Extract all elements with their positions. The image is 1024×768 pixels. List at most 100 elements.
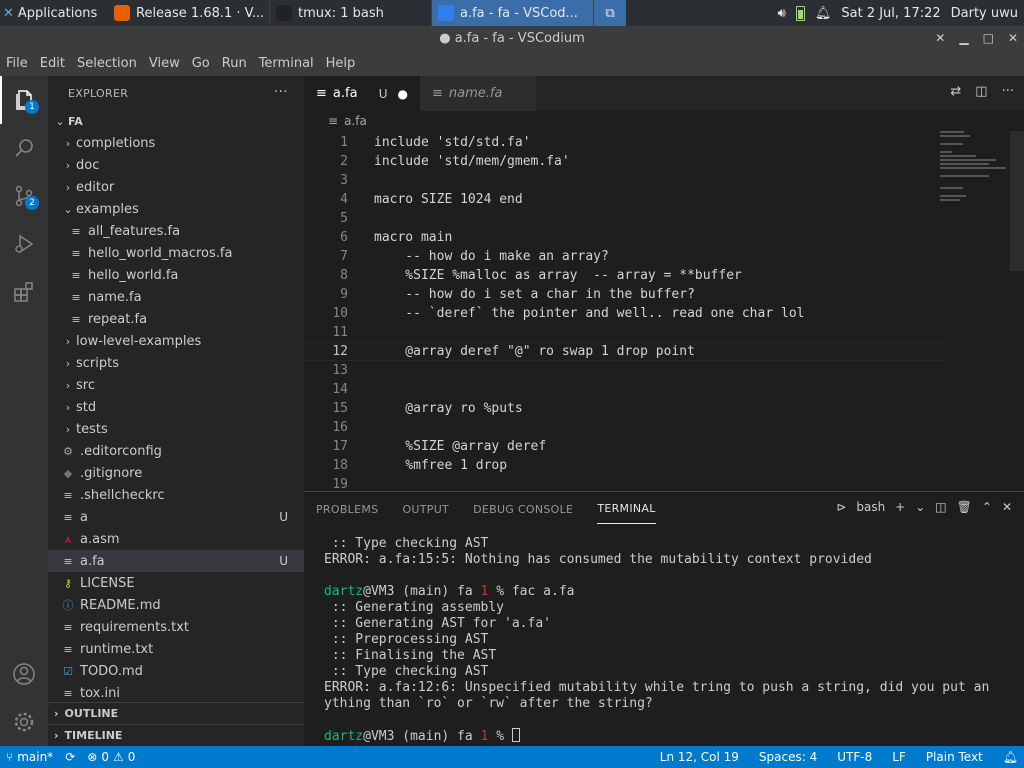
folder-item[interactable]: › doc [48, 154, 304, 176]
code-line[interactable]: 15 @array ro %puts [304, 399, 944, 418]
file-item[interactable]: ≡ requirements.txt [48, 616, 304, 638]
timeline-section[interactable]: › TIMELINE [48, 724, 304, 746]
explorer-activity[interactable]: 1 [0, 76, 48, 124]
file-item[interactable]: ≡ hello_world_macros.fa [48, 242, 304, 264]
notifications-icon[interactable]: 🔔︎ [815, 6, 832, 21]
menu-terminal[interactable]: Terminal [253, 56, 320, 71]
file-item[interactable]: ≡ repeat.fa [48, 308, 304, 330]
code-line[interactable]: 13 [304, 361, 944, 380]
sync-button[interactable]: ⟳ [59, 750, 81, 764]
file-item[interactable]: ≡ a U [48, 506, 304, 528]
taskbar-item[interactable]: tmux: 1 bash [270, 0, 432, 26]
folder-item[interactable]: ⌄ examples [48, 198, 304, 220]
close-button[interactable]: ✕ [1008, 31, 1018, 45]
accounts-activity[interactable] [0, 650, 48, 698]
breadcrumb-file[interactable]: a.fa [344, 114, 367, 128]
trash-icon[interactable]: 🗑︎ [957, 500, 972, 514]
code-editor[interactable]: 1 include 'std/std.fa' 2 include 'std/mem/g… [304, 131, 1024, 491]
folder-item[interactable]: › editor [48, 176, 304, 198]
code-line[interactable]: 1 include 'std/std.fa' [304, 133, 944, 152]
minimize-button[interactable]: ▁ [959, 31, 968, 45]
minimize-icon[interactable]: ✕ [935, 31, 945, 45]
folder-item[interactable]: › completions [48, 132, 304, 154]
indentation[interactable]: Spaces: 4 [753, 750, 823, 764]
run-debug-activity[interactable] [0, 220, 48, 268]
menu-help[interactable]: Help [320, 56, 362, 71]
code-line[interactable]: 2 include 'std/mem/gmem.fa' [304, 152, 944, 171]
breadcrumb[interactable]: ≡ a.fa [304, 111, 1024, 131]
file-item[interactable]: ≡ a.fa U [48, 550, 304, 572]
terminal-output[interactable]: :: Type checking AST ERROR: a.fa:15:5: No… [324, 536, 1014, 744]
outline-section[interactable]: › OUTLINE [48, 702, 304, 724]
code-line[interactable]: 19 [304, 475, 944, 491]
minimap[interactable] [940, 131, 1010, 201]
menu-selection[interactable]: Selection [71, 56, 143, 71]
file-item[interactable]: ⚙ .editorconfig [48, 440, 304, 462]
dirty-indicator-icon[interactable]: ● [398, 87, 408, 101]
extensions-activity[interactable] [0, 268, 48, 316]
volume-icon[interactable]: 🔊︎ [778, 6, 786, 21]
chevron-down-icon[interactable]: ⌄ [915, 500, 925, 514]
file-item[interactable]: ◆ .gitignore [48, 462, 304, 484]
git-branch[interactable]: ⑂ main* [0, 750, 59, 764]
menu-file[interactable]: File [0, 56, 34, 71]
split-terminal-icon[interactable]: ◫ [935, 500, 946, 514]
window-titlebar[interactable]: ● a.fa - fa - VSCodium ✕ ▁ □ ✕ [0, 26, 1024, 50]
file-item[interactable]: ☑ TODO.md [48, 660, 304, 682]
menu-run[interactable]: Run [216, 56, 253, 71]
clock[interactable]: Sat 2 Jul, 17:22 [841, 6, 940, 21]
code-line[interactable]: 4 macro SIZE 1024 end [304, 190, 944, 209]
taskbar-item[interactable]: a.fa - fa - VSCod... [432, 0, 594, 26]
menu-go[interactable]: Go [186, 56, 216, 71]
more-actions-icon[interactable]: ··· [1002, 84, 1014, 99]
file-item[interactable]: ≡ tox.ini [48, 682, 304, 704]
panel-tab-terminal[interactable]: TERMINAL [597, 494, 656, 524]
tab-name-fa[interactable]: ≡ name.fa [420, 76, 536, 111]
file-item[interactable]: ≡ .shellcheckrc [48, 484, 304, 506]
user-name[interactable]: Darty uwu [951, 6, 1018, 21]
terminal-name[interactable]: bash [856, 500, 885, 514]
explorer-root[interactable]: ⌄ FA [48, 110, 304, 132]
source-control-activity[interactable]: 2 [0, 172, 48, 220]
code-line[interactable]: 12 @array deref "@" ro swap 1 drop point [304, 342, 944, 361]
code-line[interactable]: 16 [304, 418, 944, 437]
editor-scrollbar[interactable] [1010, 131, 1024, 271]
code-line[interactable]: 18 %mfree 1 drop [304, 456, 944, 475]
code-line[interactable]: 7 -- how do i make an array? [304, 247, 944, 266]
split-editor-icon[interactable]: ◫ [975, 84, 987, 99]
end-of-line[interactable]: LF [886, 750, 912, 764]
folder-item[interactable]: › src [48, 374, 304, 396]
manage-activity[interactable] [0, 698, 48, 746]
folder-item[interactable]: › low-level-examples [48, 330, 304, 352]
cursor-position[interactable]: Ln 12, Col 19 [654, 750, 745, 764]
code-line[interactable]: 3 [304, 171, 944, 190]
notifications-button[interactable]: 🔔︎ [997, 750, 1024, 764]
folder-item[interactable]: › scripts [48, 352, 304, 374]
file-item[interactable]: ⚷ LICENSE [48, 572, 304, 594]
panel-tab-problems[interactable]: PROBLEMS [316, 495, 378, 524]
applications-menu[interactable]: ✕ Applications [0, 0, 108, 26]
code-line[interactable]: 5 [304, 209, 944, 228]
code-line[interactable]: 8 %SIZE %malloc as array -- array = **bu… [304, 266, 944, 285]
open-changes-icon[interactable]: ⇄ [950, 84, 961, 99]
menu-edit[interactable]: Edit [34, 56, 71, 71]
battery-icon[interactable] [795, 5, 805, 21]
code-line[interactable]: 17 %SIZE @array deref [304, 437, 944, 456]
search-activity[interactable] [0, 124, 48, 172]
code-line[interactable]: 9 -- how do i set a char in the buffer? [304, 285, 944, 304]
panel-tab-output[interactable]: OUTPUT [402, 495, 449, 524]
problems-indicator[interactable]: ⊗ 0 ⚠︎ 0 [81, 750, 141, 764]
menu-view[interactable]: View [143, 56, 186, 71]
file-item[interactable]: ≡ all_features.fa [48, 220, 304, 242]
file-item[interactable]: ≡ hello_world.fa [48, 264, 304, 286]
encoding[interactable]: UTF-8 [831, 750, 878, 764]
code-line[interactable]: 11 [304, 323, 944, 342]
code-line[interactable]: 14 [304, 380, 944, 399]
file-item[interactable]: ⓘ README.md [48, 594, 304, 616]
panel-tab-debug-console[interactable]: DEBUG CONSOLE [473, 495, 573, 524]
file-item[interactable]: ≡ name.fa [48, 286, 304, 308]
taskbar-item[interactable]: Release 1.68.1 · V... [108, 0, 270, 26]
file-item[interactable]: ᴀ a.asm [48, 528, 304, 550]
new-terminal-icon[interactable]: + [895, 500, 905, 514]
file-item[interactable]: ≡ runtime.txt [48, 638, 304, 660]
